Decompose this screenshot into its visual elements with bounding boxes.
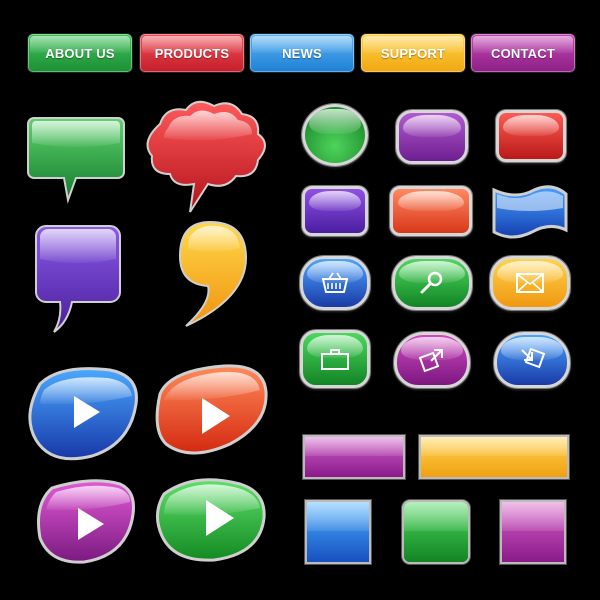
- purple-speech-bubble[interactable]: [35, 225, 121, 333]
- red-rounded-button[interactable]: [496, 110, 566, 162]
- yellow-comma-bubble[interactable]: [178, 220, 248, 327]
- briefcase-button[interactable]: [300, 330, 370, 388]
- red-cloud-bubble[interactable]: [146, 100, 266, 213]
- play-button-blue[interactable]: [28, 367, 138, 461]
- play-button-magenta[interactable]: [37, 479, 135, 564]
- blue-wave-button[interactable]: [490, 184, 570, 240]
- arrow-in-icon: [521, 347, 546, 369]
- blue-square-button[interactable]: [307, 502, 369, 562]
- play-button-green[interactable]: [156, 478, 266, 562]
- magenta-bar-button[interactable]: [305, 437, 403, 477]
- violet-rect-button[interactable]: [302, 186, 368, 236]
- search-button[interactable]: [392, 256, 472, 310]
- green-square-button[interactable]: [404, 502, 468, 562]
- briefcase-icon: [321, 349, 349, 370]
- yellow-bar-button[interactable]: [421, 437, 567, 477]
- basket-button[interactable]: [300, 256, 370, 310]
- envelope-icon: [516, 273, 544, 293]
- basket-icon: [321, 272, 349, 293]
- mail-button[interactable]: [490, 256, 570, 310]
- orange-rect-button[interactable]: [390, 186, 472, 236]
- play-button-orange[interactable]: [155, 364, 268, 455]
- purple-rounded-button[interactable]: [396, 110, 468, 164]
- export-button[interactable]: [394, 332, 470, 388]
- green-round-button[interactable]: [302, 104, 368, 166]
- magenta-square-button[interactable]: [502, 502, 564, 562]
- green-speech-bubble[interactable]: [27, 117, 125, 204]
- arrow-out-icon: [418, 349, 443, 373]
- magnifier-icon: [420, 271, 443, 294]
- import-button[interactable]: [494, 332, 570, 388]
